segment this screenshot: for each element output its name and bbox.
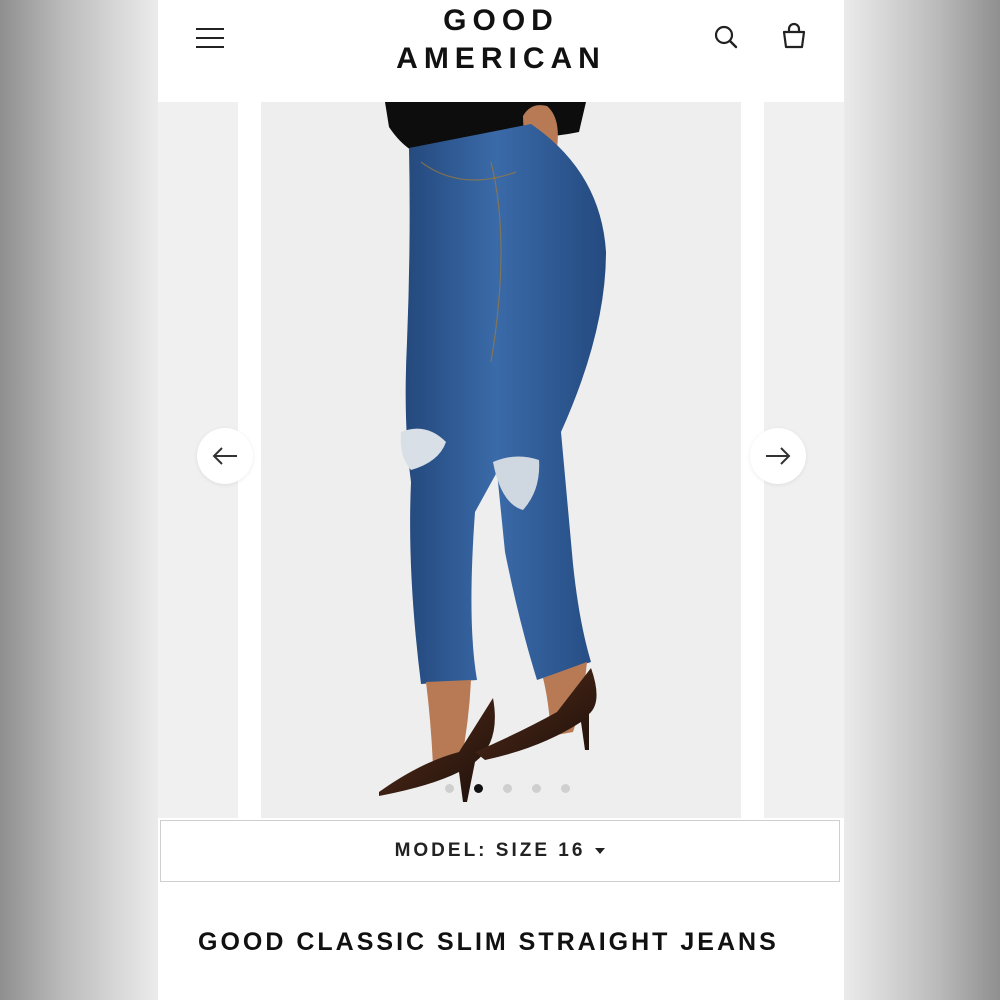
top-navigation-bar: GOOD AMERICAN xyxy=(158,0,844,102)
pagination-dot[interactable] xyxy=(561,784,570,793)
pagination-dot-active[interactable] xyxy=(474,784,483,793)
pagination-dot[interactable] xyxy=(503,784,512,793)
bag-icon[interactable] xyxy=(778,20,810,54)
arrow-left-icon[interactable] xyxy=(197,428,253,484)
product-title: GOOD CLASSIC SLIM STRAIGHT JEANS xyxy=(198,928,779,956)
product-photo xyxy=(261,102,741,818)
product-image-carousel[interactable] xyxy=(158,102,844,818)
phone-screen: GOOD AMERICAN MODEL: SIZE 16 GOOD CLASSI… xyxy=(158,0,844,1000)
arrow-right-icon[interactable] xyxy=(750,428,806,484)
search-icon[interactable] xyxy=(710,20,742,54)
model-size-select[interactable]: MODEL: SIZE 16 xyxy=(160,820,840,882)
model-size-label: MODEL: SIZE 16 xyxy=(394,840,586,861)
pagination-dot[interactable] xyxy=(532,784,541,793)
pagination-dot[interactable] xyxy=(445,784,454,793)
caret-down-icon xyxy=(595,848,606,854)
